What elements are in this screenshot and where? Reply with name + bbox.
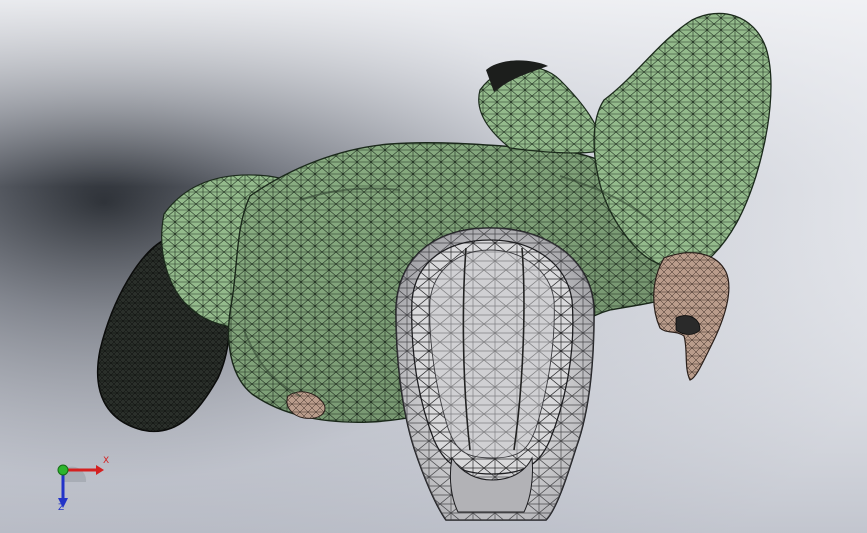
coordinate-triad-icon: X Z bbox=[46, 452, 116, 518]
helmet[interactable] bbox=[395, 227, 595, 521]
3d-viewport[interactable]: X Z bbox=[0, 0, 867, 533]
model-scene[interactable] bbox=[0, 0, 867, 533]
x-axis-label: X bbox=[103, 456, 110, 466]
z-axis-label: Z bbox=[58, 503, 65, 513]
